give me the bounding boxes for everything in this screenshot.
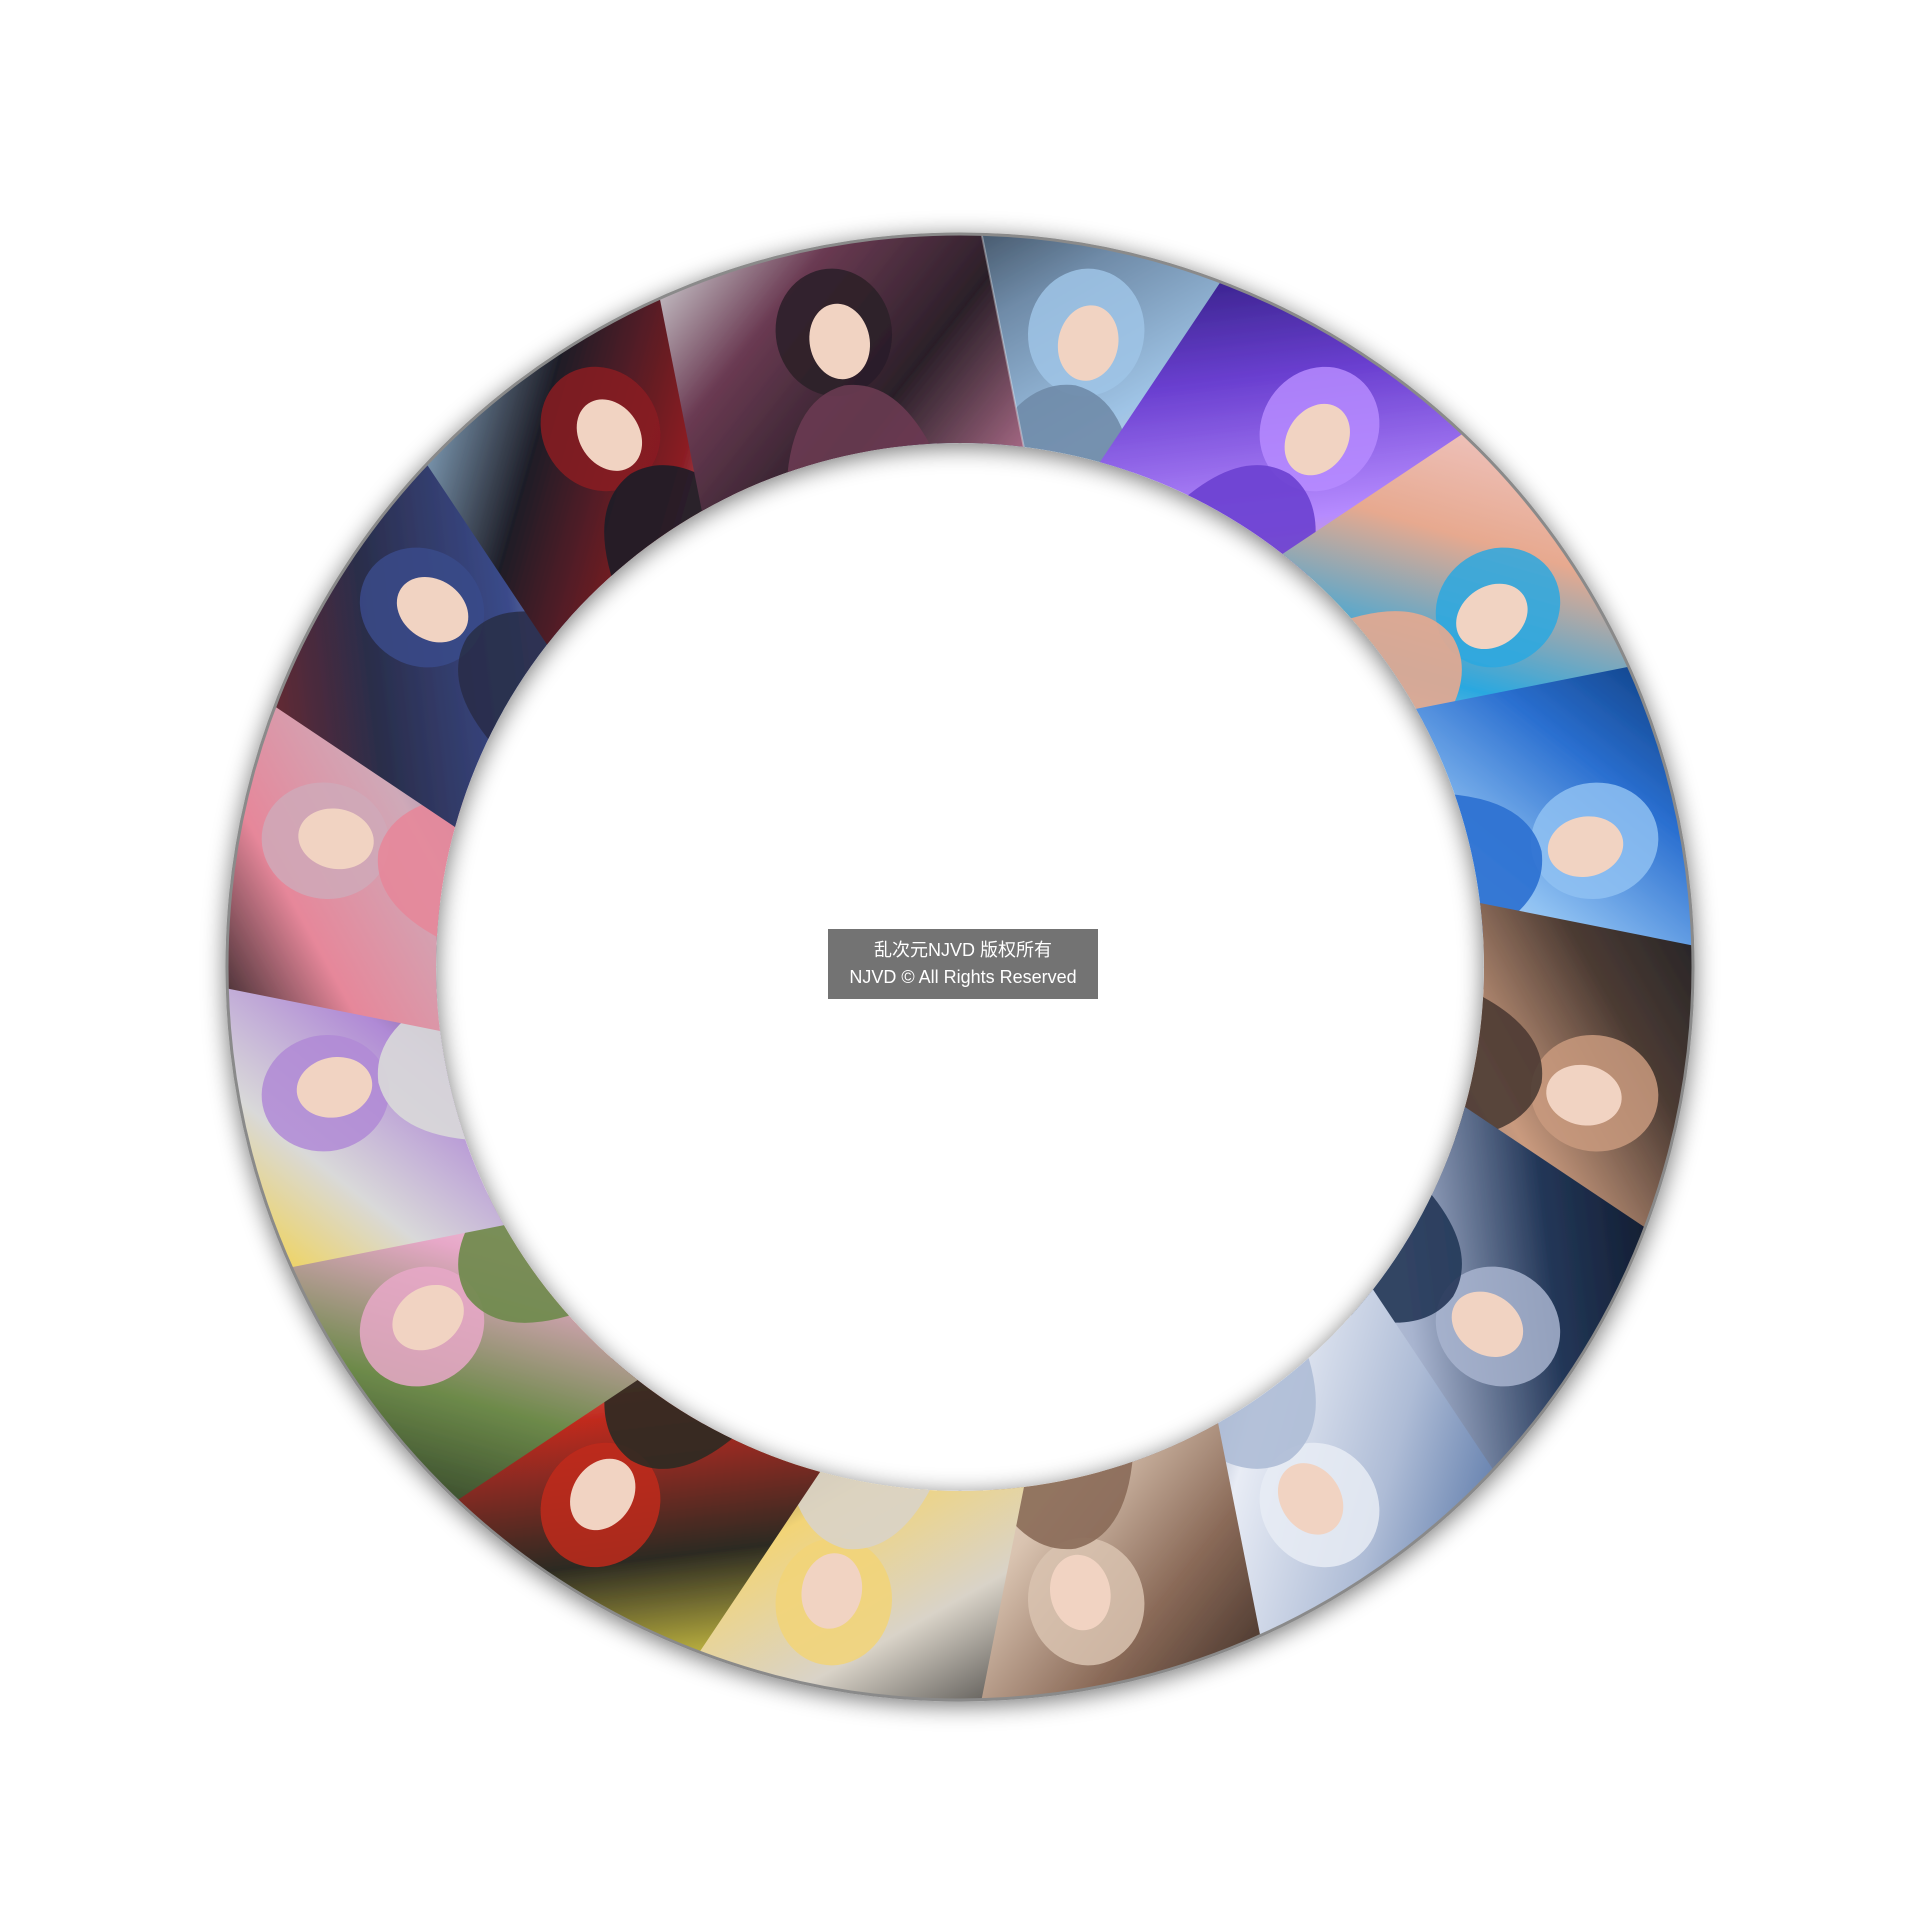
watermark-line-2: NJVD © All Rights Reserved <box>849 967 1077 987</box>
copyright-watermark: 乱次元NJVD 版权所有 NJVD © All Rights Reserved <box>828 929 1098 999</box>
page: 乱次元NJVD 版权所有 NJVD © All Rights Reserved <box>0 0 1920 1920</box>
photo-tile <box>649 233 1027 520</box>
watermark-line-1: 乱次元NJVD 版权所有 <box>873 940 1052 960</box>
